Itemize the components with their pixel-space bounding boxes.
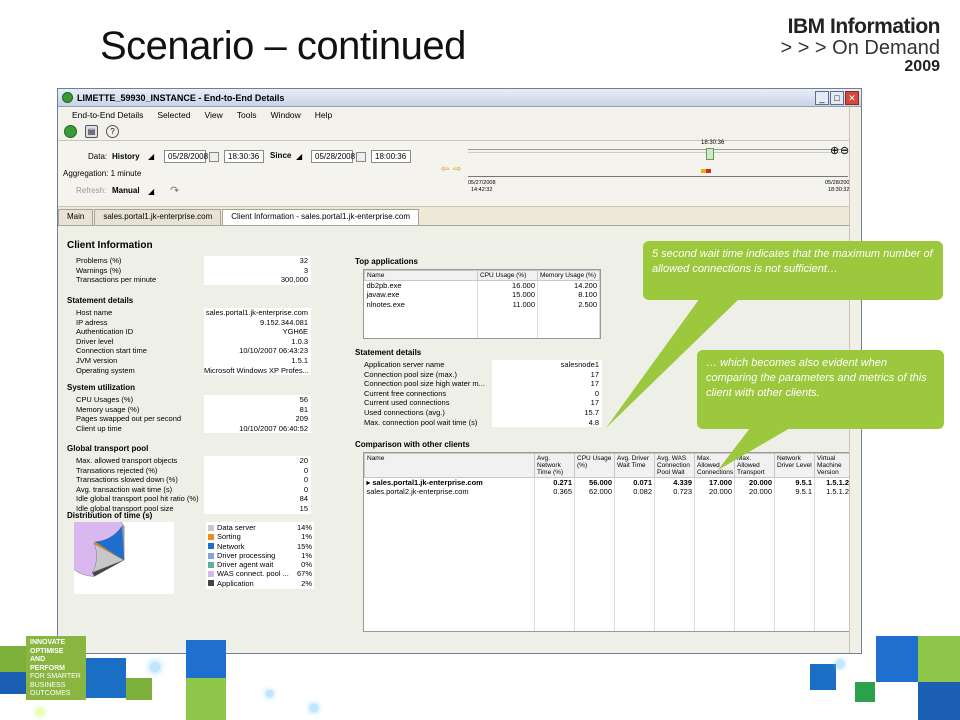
callout2-pointer bbox=[718, 428, 790, 470]
callout-wait-time: 5 second wait time indicates that the ma… bbox=[643, 241, 943, 300]
tagline-line: FOR SMARTER bbox=[30, 673, 81, 680]
tagline-line: BUSINESS bbox=[30, 681, 66, 689]
tagline-line: AND PERFORM bbox=[30, 656, 65, 672]
decorative-footer bbox=[0, 636, 960, 720]
tagline-line: INNOVATE bbox=[30, 639, 66, 646]
tagline-box: INNOVATE OPTIMISE AND PERFORM FOR SMARTER BU… bbox=[26, 636, 86, 700]
tagline-line: OPTIMISE bbox=[30, 647, 64, 655]
tagline-line: OUTCOMES bbox=[30, 690, 71, 697]
callout-comparison: … which becomes also evident when compar… bbox=[697, 350, 944, 429]
